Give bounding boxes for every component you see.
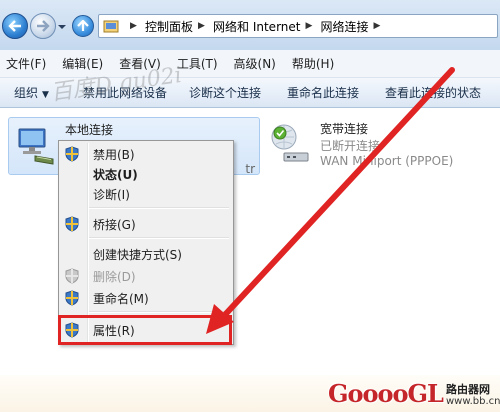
local-connection-name: 本地连接 bbox=[65, 123, 114, 137]
address-bar-row: ▶ 控制面板 ▶ 网络和 Internet ▶ 网络连接 ▶ bbox=[0, 0, 500, 50]
back-button[interactable] bbox=[2, 13, 28, 39]
forward-button[interactable] bbox=[30, 13, 56, 39]
organize-button[interactable]: 组织 ▼ bbox=[14, 84, 49, 101]
menu-advanced[interactable]: 高级(N) bbox=[234, 55, 276, 72]
broadband-connection-status: 已断开连接 bbox=[320, 139, 381, 153]
uac-shield-icon bbox=[65, 290, 79, 306]
menu-item-disable[interactable]: 禁用(B) bbox=[61, 143, 231, 165]
menu-separator bbox=[89, 207, 229, 209]
menu-item-bridge[interactable]: 桥接(G) bbox=[61, 213, 231, 235]
menu-item-label: 诊断(I) bbox=[93, 187, 130, 202]
broadband-connection-name: 宽带连接 bbox=[320, 122, 369, 136]
view-status-button[interactable]: 查看此连接的状态 bbox=[385, 84, 481, 101]
menu-tools[interactable]: 工具(T) bbox=[177, 55, 218, 72]
broadband-connection-device: WAN Miniport (PPPOE) bbox=[320, 154, 454, 168]
history-dropdown-icon[interactable] bbox=[57, 22, 67, 32]
rename-connection-button[interactable]: 重命名此连接 bbox=[287, 84, 359, 101]
control-panel-icon bbox=[103, 20, 119, 33]
organize-label: 组织 bbox=[14, 86, 39, 100]
chevron-right-icon[interactable]: ▶ bbox=[305, 21, 315, 31]
menu-item-label: 创建快捷方式(S) bbox=[93, 247, 182, 262]
broadband-connection-item[interactable]: 宽带连接 已断开连接 WAN Miniport (PPPOE) bbox=[268, 117, 498, 177]
menu-separator bbox=[89, 311, 229, 313]
arrow-left-icon bbox=[8, 20, 21, 32]
menu-item-label: 重命名(M) bbox=[93, 291, 149, 306]
arrow-right-icon bbox=[37, 20, 50, 32]
site-logo: GooooGL 路由器网 www.bb.cn bbox=[328, 379, 500, 411]
uac-shield-disabled-icon bbox=[65, 268, 79, 284]
chevron-right-icon[interactable]: ▶ bbox=[130, 21, 140, 31]
network-adapter-icon bbox=[18, 128, 54, 165]
menu-item-label: 删除(D) bbox=[93, 269, 136, 284]
menu-item-label: 禁用(B) bbox=[93, 147, 135, 162]
menu-file[interactable]: 文件(F) bbox=[6, 55, 46, 72]
breadcrumb-network-connections[interactable]: 网络连接 bbox=[320, 18, 368, 35]
menu-item-rename[interactable]: 重命名(M) bbox=[61, 287, 231, 309]
diagnose-button[interactable]: 诊断这个连接 bbox=[189, 84, 261, 101]
menu-item-status[interactable]: 状态(U) bbox=[61, 163, 231, 185]
chevron-down-icon: ▼ bbox=[42, 90, 49, 100]
address-path[interactable]: ▶ 控制面板 ▶ 网络和 Internet ▶ 网络连接 ▶ bbox=[98, 14, 498, 38]
menu-item-create-shortcut[interactable]: 创建快捷方式(S) bbox=[61, 243, 231, 265]
up-button[interactable] bbox=[72, 15, 94, 37]
arrow-up-icon bbox=[77, 20, 89, 31]
local-connection-partial-text: tr bbox=[245, 162, 255, 176]
properties-highlight-box bbox=[58, 315, 232, 345]
menu-item-label: 状态(U) bbox=[93, 167, 138, 182]
menu-item-delete[interactable]: 删除(D) bbox=[61, 265, 231, 287]
breadcrumb-network-internet[interactable]: 网络和 Internet bbox=[213, 18, 300, 35]
breadcrumb-control-panel[interactable]: 控制面板 bbox=[145, 18, 193, 35]
logo-domain: www.bb.cn bbox=[446, 396, 500, 407]
menu-item-diagnose[interactable]: 诊断(I) bbox=[61, 183, 231, 205]
logo-site-name: 路由器网 bbox=[446, 383, 490, 396]
uac-shield-icon bbox=[65, 146, 79, 162]
chevron-right-icon[interactable]: ▶ bbox=[198, 21, 208, 31]
menu-separator bbox=[89, 237, 229, 239]
menu-help[interactable]: 帮助(H) bbox=[292, 55, 334, 72]
uac-shield-icon bbox=[65, 216, 79, 232]
chevron-right-icon[interactable]: ▶ bbox=[374, 21, 384, 31]
menu-item-label: 桥接(G) bbox=[93, 217, 136, 232]
broadband-globe-icon bbox=[271, 124, 309, 162]
logo-brand: GooooGL bbox=[328, 379, 444, 408]
